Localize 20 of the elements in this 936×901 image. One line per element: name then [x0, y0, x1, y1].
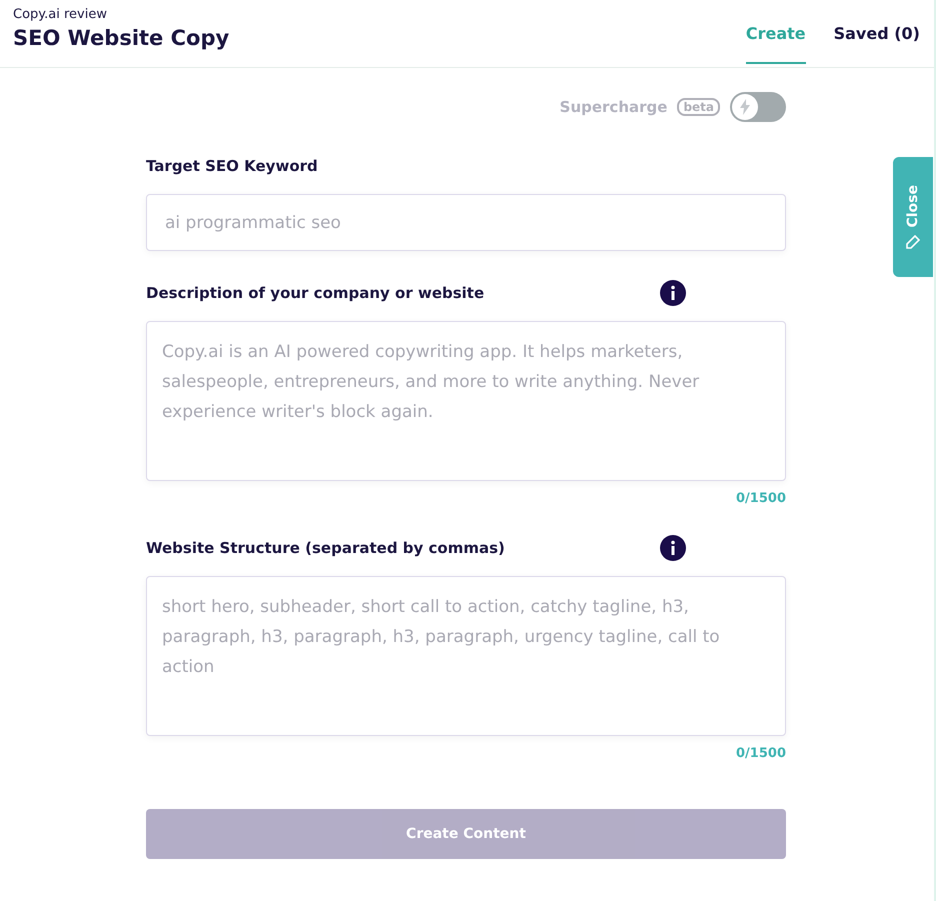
supercharge-label: Supercharge: [560, 98, 668, 116]
text-area[interactable]: Copy.ai is an AI powered copywriting app. It helps marketers, salespeople, entrepreneurs, and more to write anything. Never experience writer's block again.: [146, 321, 786, 481]
breadcrumb: Copy.ai review: [13, 7, 108, 22]
lightning-icon: [739, 99, 751, 115]
text-area[interactable]: short hero, subheader, short call to action, catchy tagline, h3, paragraph, h3, paragraph, h3, paragraph, urgency tagline, call to action: [146, 576, 786, 736]
field-label: Website Structure (separated by commas): [146, 539, 505, 557]
page-title: SEO Website Copy: [13, 26, 230, 50]
pencil-icon: [906, 235, 920, 250]
supercharge-toggle[interactable]: [730, 92, 786, 122]
field-label: Target SEO Keyword: [146, 157, 318, 175]
tab[interactable]: Create: [746, 0, 806, 64]
field-label: Description of your company or website: [146, 284, 484, 302]
keyword-field[interactable]: ai programmatic seo: [146, 194, 786, 251]
close-tab[interactable]: Close: [893, 157, 933, 277]
tab[interactable]: Saved (0): [834, 0, 920, 64]
character-counter: 0/1500: [736, 746, 786, 761]
info-icon[interactable]: [660, 280, 686, 306]
character-counter: 0/1500: [736, 491, 786, 506]
info-icon[interactable]: [660, 535, 686, 561]
beta-badge: beta: [677, 98, 720, 116]
